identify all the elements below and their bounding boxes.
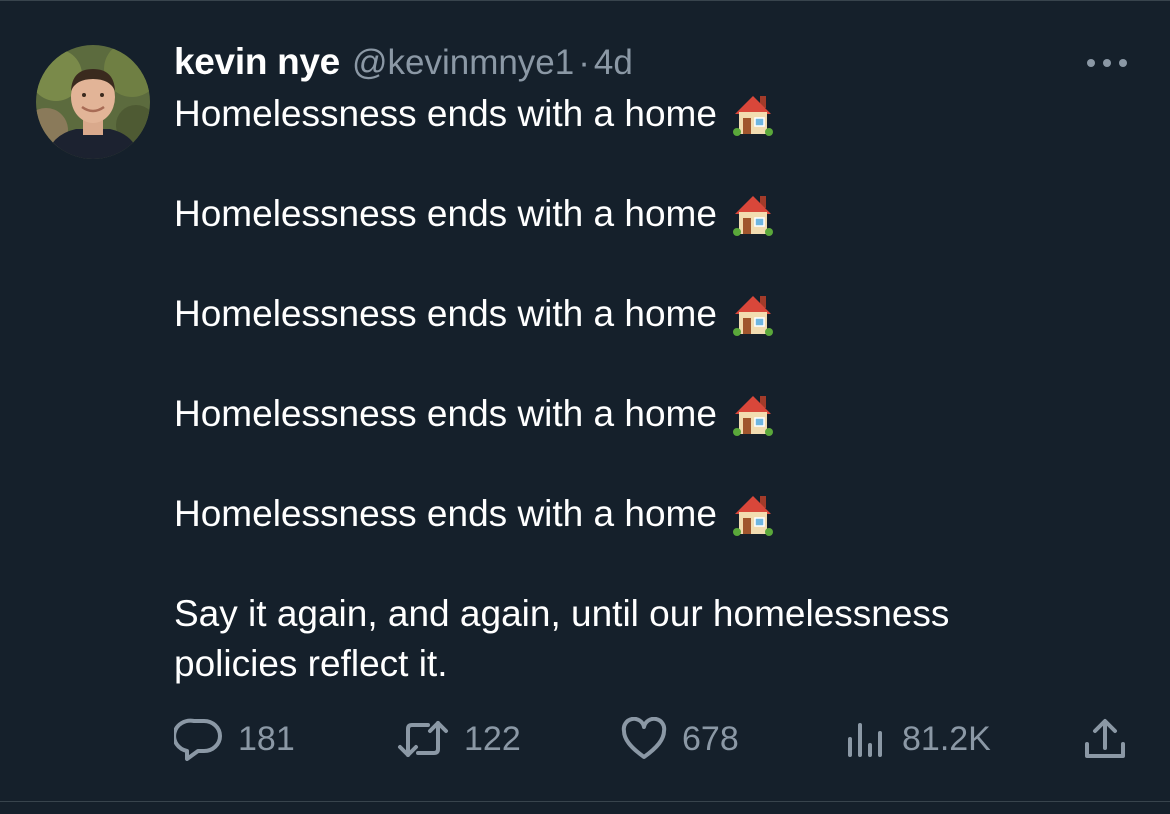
like-count: 678	[682, 719, 739, 758]
bar-chart-icon	[844, 717, 888, 761]
separator-dot: ·	[578, 43, 590, 82]
action-bar: 181 122 678 81.2K	[0, 713, 1170, 765]
house-emoji-icon	[729, 190, 777, 238]
house-emoji-icon	[729, 90, 777, 138]
tweet-line: Homelessness ends with a home	[174, 389, 1134, 439]
tweet-header: kevin nye @kevinmnye1 · 4d	[174, 41, 633, 85]
views-button[interactable]: 81.2K	[844, 713, 991, 765]
reply-bubble-icon	[174, 717, 224, 761]
tweet-line: Homelessness ends with a home	[174, 289, 1134, 339]
display-name[interactable]: kevin nye	[174, 41, 340, 83]
tweet-closing-text-1: Say it again, and again, until our homel…	[174, 593, 950, 634]
user-handle[interactable]: @kevinmnye1	[352, 43, 574, 83]
tweet-line-text: Homelessness ends with a home	[174, 93, 717, 134]
more-dots-icon[interactable]	[1083, 51, 1131, 75]
tweet[interactable]: kevin nye @kevinmnye1 · 4d Homelessness …	[0, 0, 1170, 814]
divider	[0, 801, 1170, 802]
share-button[interactable]	[1082, 713, 1128, 765]
reply-count: 181	[238, 719, 295, 758]
house-emoji-icon	[729, 390, 777, 438]
tweet-line-text: Homelessness ends with a home	[174, 193, 717, 234]
tweet-line-text: Homelessness ends with a home	[174, 393, 717, 434]
share-upload-icon	[1082, 716, 1128, 762]
like-button[interactable]: 678	[620, 713, 739, 765]
retweet-icon	[396, 717, 450, 761]
timestamp[interactable]: 4d	[594, 43, 633, 83]
tweet-text: Homelessness ends with a home Homelessne…	[174, 89, 1134, 689]
tweet-line: Homelessness ends with a home	[174, 89, 1134, 139]
reply-button[interactable]: 181	[174, 713, 295, 765]
views-count: 81.2K	[902, 719, 991, 758]
tweet-closing-line: Say it again, and again, until our homel…	[174, 589, 1134, 639]
retweet-button[interactable]: 122	[396, 713, 521, 765]
tweet-line-text: Homelessness ends with a home	[174, 493, 717, 534]
house-emoji-icon	[729, 290, 777, 338]
tweet-line: Homelessness ends with a home	[174, 489, 1134, 539]
tweet-line: Homelessness ends with a home	[174, 189, 1134, 239]
tweet-closing-line: policies reflect it.	[174, 639, 1134, 689]
tweet-line-text: Homelessness ends with a home	[174, 293, 717, 334]
retweet-count: 122	[464, 719, 521, 758]
avatar[interactable]	[36, 45, 150, 159]
tweet-closing-text-2: policies reflect it.	[174, 643, 448, 684]
heart-icon	[620, 717, 668, 761]
house-emoji-icon	[729, 490, 777, 538]
